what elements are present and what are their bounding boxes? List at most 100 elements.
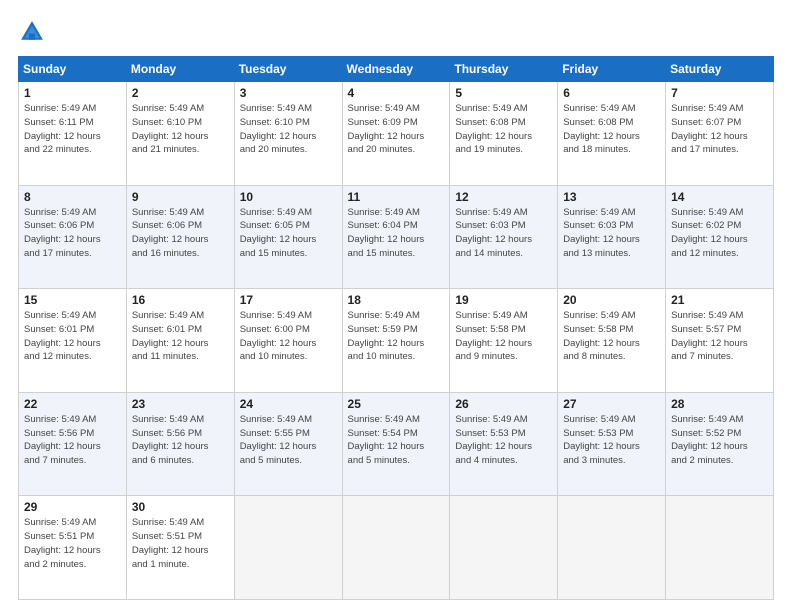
day-info: Sunrise: 5:49 AM Sunset: 6:08 PM Dayligh…	[563, 102, 660, 157]
calendar-day-cell: 8 Sunrise: 5:49 AM Sunset: 6:06 PM Daylig…	[19, 185, 127, 289]
day-info: Sunrise: 5:49 AM Sunset: 5:56 PM Dayligh…	[132, 413, 229, 468]
calendar-day-cell	[450, 496, 558, 600]
day-number: 12	[455, 190, 552, 204]
day-number: 15	[24, 293, 121, 307]
day-info: Sunrise: 5:49 AM Sunset: 6:06 PM Dayligh…	[24, 206, 121, 261]
day-number: 13	[563, 190, 660, 204]
day-number: 19	[455, 293, 552, 307]
calendar-day-cell: 25 Sunrise: 5:49 AM Sunset: 5:54 PM Dayli…	[342, 392, 450, 496]
day-number: 1	[24, 86, 121, 100]
calendar-day-cell: 9Sunrise: 5:49 AM Sunset: 6:06 PM Daylig…	[126, 185, 234, 289]
calendar-day-cell: 29Sunrise: 5:49 AM Sunset: 5:51 PM Dayli…	[19, 496, 127, 600]
day-info: Sunrise: 5:49 AM Sunset: 6:00 PM Dayligh…	[240, 309, 337, 364]
day-number: 8	[24, 190, 121, 204]
day-info: Sunrise: 5:49 AM Sunset: 5:56 PM Dayligh…	[24, 413, 121, 468]
day-number: 29	[24, 500, 121, 514]
calendar-week-row: 22 Sunrise: 5:49 AM Sunset: 5:56 PM Dayli…	[19, 392, 774, 496]
day-info: Sunrise: 5:49 AM Sunset: 6:10 PM Dayligh…	[132, 102, 229, 157]
calendar-day-cell: 26 Sunrise: 5:49 AM Sunset: 5:53 PM Dayli…	[450, 392, 558, 496]
calendar-day-cell: 14 Sunrise: 5:49 AM Sunset: 6:02 PM Dayli…	[666, 185, 774, 289]
day-number: 16	[132, 293, 229, 307]
calendar-day-cell: 12 Sunrise: 5:49 AM Sunset: 6:03 PM Dayli…	[450, 185, 558, 289]
day-number: 21	[671, 293, 768, 307]
calendar-day-cell: 22 Sunrise: 5:49 AM Sunset: 5:56 PM Dayli…	[19, 392, 127, 496]
calendar-day-cell: 20 Sunrise: 5:49 AM Sunset: 5:58 PM Dayli…	[558, 289, 666, 393]
day-info: Sunrise: 5:49 AM Sunset: 6:11 PM Dayligh…	[24, 102, 121, 157]
calendar-day-cell: 19Sunrise: 5:49 AM Sunset: 5:58 PM Dayli…	[450, 289, 558, 393]
day-info: Sunrise: 5:49 AM Sunset: 6:06 PM Dayligh…	[132, 206, 229, 261]
calendar-day-cell	[234, 496, 342, 600]
calendar-day-cell: 30 Sunrise: 5:49 AM Sunset: 5:51 PM Dayli…	[126, 496, 234, 600]
day-number: 10	[240, 190, 337, 204]
day-number: 4	[348, 86, 445, 100]
day-number: 5	[455, 86, 552, 100]
day-number: 24	[240, 397, 337, 411]
calendar-day-cell: 18 Sunrise: 5:49 AM Sunset: 5:59 PM Dayli…	[342, 289, 450, 393]
day-info: Sunrise: 5:49 AM Sunset: 6:10 PM Dayligh…	[240, 102, 337, 157]
day-info: Sunrise: 5:49 AM Sunset: 5:58 PM Dayligh…	[563, 309, 660, 364]
weekday-header: Sunday	[19, 57, 127, 82]
calendar-day-cell: 1 Sunrise: 5:49 AM Sunset: 6:11 PM Daylig…	[19, 82, 127, 186]
calendar-day-cell: 21 Sunrise: 5:49 AM Sunset: 5:57 PM Dayli…	[666, 289, 774, 393]
day-number: 22	[24, 397, 121, 411]
weekday-header: Tuesday	[234, 57, 342, 82]
day-info: Sunrise: 5:49 AM Sunset: 6:09 PM Dayligh…	[348, 102, 445, 157]
logo-icon	[18, 18, 46, 46]
day-info: Sunrise: 5:49 AM Sunset: 5:52 PM Dayligh…	[671, 413, 768, 468]
day-number: 26	[455, 397, 552, 411]
calendar-week-row: 8 Sunrise: 5:49 AM Sunset: 6:06 PM Daylig…	[19, 185, 774, 289]
calendar-day-cell: 13 Sunrise: 5:49 AM Sunset: 6:03 PM Dayli…	[558, 185, 666, 289]
day-number: 11	[348, 190, 445, 204]
calendar-day-cell: 11 Sunrise: 5:49 AM Sunset: 6:04 PM Dayli…	[342, 185, 450, 289]
calendar-day-cell: 27Sunrise: 5:49 AM Sunset: 5:53 PM Dayli…	[558, 392, 666, 496]
day-info: Sunrise: 5:49 AM Sunset: 5:53 PM Dayligh…	[563, 413, 660, 468]
calendar-day-cell: 28 Sunrise: 5:49 AM Sunset: 5:52 PM Dayli…	[666, 392, 774, 496]
day-number: 3	[240, 86, 337, 100]
header	[18, 18, 774, 46]
day-info: Sunrise: 5:49 AM Sunset: 5:57 PM Dayligh…	[671, 309, 768, 364]
calendar-day-cell	[666, 496, 774, 600]
day-info: Sunrise: 5:49 AM Sunset: 6:04 PM Dayligh…	[348, 206, 445, 261]
weekday-header: Saturday	[666, 57, 774, 82]
weekday-header: Friday	[558, 57, 666, 82]
day-info: Sunrise: 5:49 AM Sunset: 6:07 PM Dayligh…	[671, 102, 768, 157]
calendar-day-cell: 15 Sunrise: 5:49 AM Sunset: 6:01 PM Dayli…	[19, 289, 127, 393]
calendar-day-cell: 24 Sunrise: 5:49 AM Sunset: 5:55 PM Dayli…	[234, 392, 342, 496]
weekday-header: Monday	[126, 57, 234, 82]
day-number: 25	[348, 397, 445, 411]
calendar-day-cell: 3 Sunrise: 5:49 AM Sunset: 6:10 PM Daylig…	[234, 82, 342, 186]
day-info: Sunrise: 5:49 AM Sunset: 6:01 PM Dayligh…	[132, 309, 229, 364]
weekday-header: Thursday	[450, 57, 558, 82]
calendar-day-cell	[558, 496, 666, 600]
calendar-day-cell: 2Sunrise: 5:49 AM Sunset: 6:10 PM Daylig…	[126, 82, 234, 186]
calendar-day-cell: 16 Sunrise: 5:49 AM Sunset: 6:01 PM Dayli…	[126, 289, 234, 393]
calendar-day-cell: 7 Sunrise: 5:49 AM Sunset: 6:07 PM Daylig…	[666, 82, 774, 186]
calendar-day-cell: 17Sunrise: 5:49 AM Sunset: 6:00 PM Dayli…	[234, 289, 342, 393]
calendar-header-row: SundayMondayTuesdayWednesdayThursdayFrid…	[19, 57, 774, 82]
day-info: Sunrise: 5:49 AM Sunset: 5:54 PM Dayligh…	[348, 413, 445, 468]
logo	[18, 18, 50, 46]
day-info: Sunrise: 5:49 AM Sunset: 6:02 PM Dayligh…	[671, 206, 768, 261]
day-info: Sunrise: 5:49 AM Sunset: 5:53 PM Dayligh…	[455, 413, 552, 468]
day-info: Sunrise: 5:49 AM Sunset: 6:03 PM Dayligh…	[455, 206, 552, 261]
calendar-table: SundayMondayTuesdayWednesdayThursdayFrid…	[18, 56, 774, 600]
page: SundayMondayTuesdayWednesdayThursdayFrid…	[0, 0, 792, 612]
day-number: 18	[348, 293, 445, 307]
day-number: 7	[671, 86, 768, 100]
day-number: 28	[671, 397, 768, 411]
calendar-day-cell: 5 Sunrise: 5:49 AM Sunset: 6:08 PM Daylig…	[450, 82, 558, 186]
calendar-week-row: 29 Sunrise: 5:49 AM Sunset: 5:51 PM Dayli…	[19, 496, 774, 600]
day-number: 20	[563, 293, 660, 307]
calendar-day-cell: 10Sunrise: 5:49 AM Sunset: 6:05 PM Dayli…	[234, 185, 342, 289]
day-number: 30	[132, 500, 229, 514]
day-info: Sunrise: 5:49 AM Sunset: 5:59 PM Dayligh…	[348, 309, 445, 364]
calendar-day-cell: 23 Sunrise: 5:49 AM Sunset: 5:56 PM Dayli…	[126, 392, 234, 496]
day-info: Sunrise: 5:49 AM Sunset: 6:01 PM Dayligh…	[24, 309, 121, 364]
day-info: Sunrise: 5:49 AM Sunset: 6:08 PM Dayligh…	[455, 102, 552, 157]
day-number: 14	[671, 190, 768, 204]
weekday-header: Wednesday	[342, 57, 450, 82]
day-info: Sunrise: 5:49 AM Sunset: 5:51 PM Dayligh…	[132, 516, 229, 571]
day-info: Sunrise: 5:49 AM Sunset: 5:55 PM Dayligh…	[240, 413, 337, 468]
day-info: Sunrise: 5:49 AM Sunset: 6:03 PM Dayligh…	[563, 206, 660, 261]
day-number: 23	[132, 397, 229, 411]
